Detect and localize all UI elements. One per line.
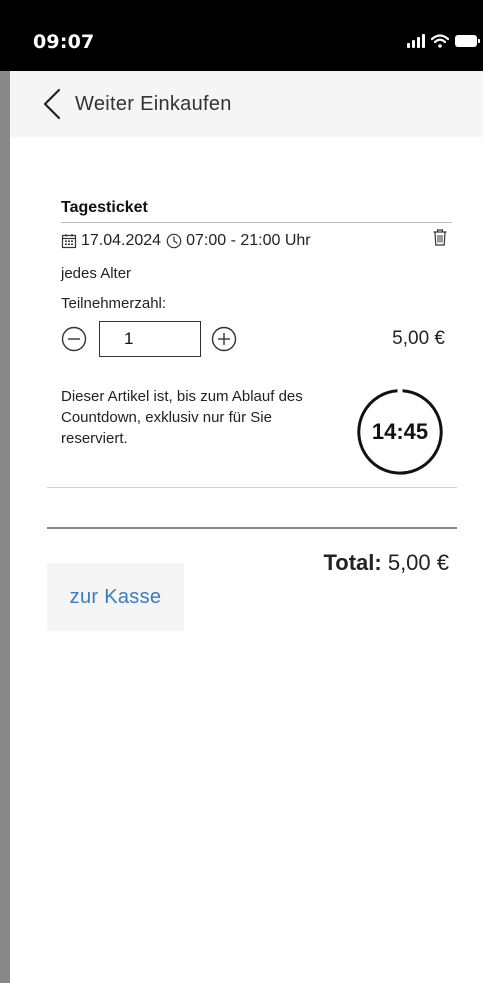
- status-time: 09:07: [33, 31, 95, 53]
- date-row: 17.04.2024 07:00 - 21:00 Uhr: [61, 223, 452, 259]
- status-icons: [407, 32, 480, 48]
- item-age: jedes Alter: [61, 265, 132, 282]
- nav-bar: Weiter Einkaufen: [10, 71, 483, 137]
- back-link[interactable]: Weiter Einkaufen: [75, 93, 232, 116]
- battery-icon: [455, 35, 480, 47]
- item-time-range: 07:00 - 21:00 Uhr: [186, 232, 311, 249]
- item-price: 5,00 €: [392, 328, 445, 349]
- left-edge-strip: [0, 71, 10, 983]
- chevron-left-icon[interactable]: [40, 88, 66, 120]
- status-bar: 09:07: [0, 0, 483, 71]
- clock-icon: [166, 233, 182, 249]
- quantity-input[interactable]: [99, 321, 201, 357]
- total: Total: 5,00 €: [323, 550, 449, 576]
- total-label: Total:: [323, 550, 382, 575]
- quantity-row: 5,00 €: [61, 319, 452, 359]
- trash-icon[interactable]: [433, 229, 447, 246]
- signal-icon: [407, 34, 425, 48]
- item-date: 17.04.2024: [81, 232, 162, 249]
- minus-circle-icon[interactable]: [61, 326, 87, 352]
- item-title: Tagesticket: [61, 199, 148, 216]
- summary-divider: [47, 527, 457, 529]
- reservation-note: Dieser Artikel ist, bis zum Ablauf des C…: [61, 388, 303, 447]
- calendar-icon: [61, 234, 77, 249]
- plus-circle-icon[interactable]: [211, 326, 237, 352]
- cart-item: Tagesticket 17.04.2024 07:00 - 21:00 Uhr…: [61, 199, 452, 359]
- wifi-icon: [431, 34, 449, 48]
- total-value: 5,00 €: [387, 550, 449, 575]
- countdown-timer: 14:45: [356, 388, 444, 476]
- participants-label: Teilnehmerzahl:: [61, 295, 167, 312]
- countdown-value: 14:45: [371, 419, 429, 444]
- item-divider: [47, 487, 457, 488]
- checkout-button[interactable]: zur Kasse: [47, 563, 184, 631]
